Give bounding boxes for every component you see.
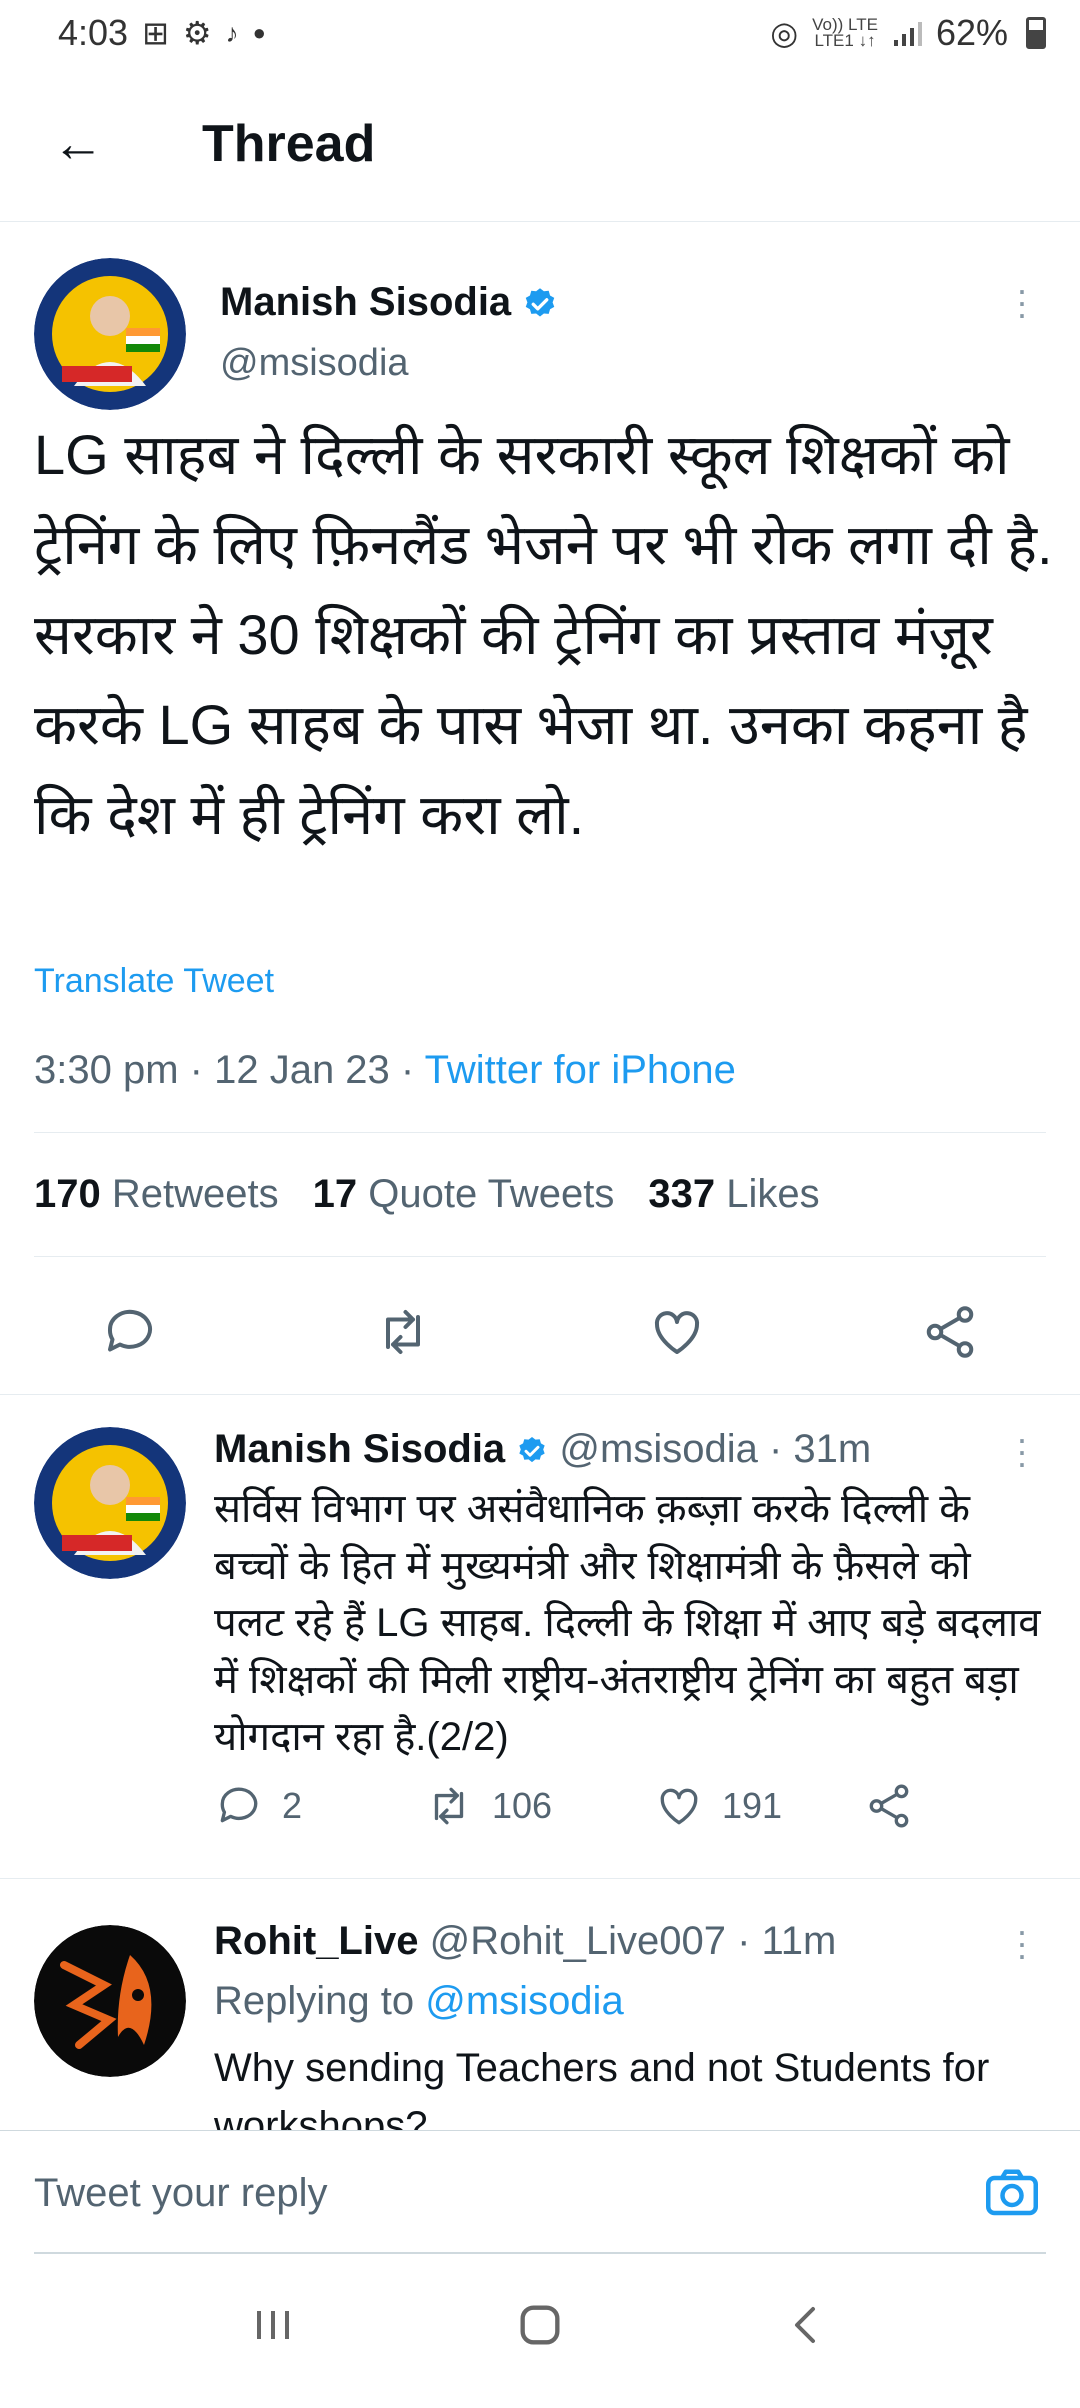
- quote-tweets-stat[interactable]: 17 Quote Tweets: [313, 1172, 615, 1217]
- reply-input[interactable]: Tweet your reply: [34, 2171, 327, 2216]
- author-handle[interactable]: @msisodia: [559, 1427, 757, 1471]
- tweet-source-link[interactable]: Twitter for iPhone: [425, 1048, 736, 1092]
- reply-actions: 2 106 191: [214, 1781, 914, 1831]
- tweet-text: LG साहब ने दिल्ली के सरकारी स्कूल शिक्षक…: [34, 423, 1053, 846]
- reply-text: Why sending Teachers and not Students fo…: [214, 2046, 990, 2130]
- more-options-icon[interactable]: · · ·: [1012, 1913, 1032, 1973]
- replying-to: Replying to @msisodia: [214, 1979, 624, 2023]
- more-options-icon[interactable]: · · ·: [1012, 272, 1032, 332]
- tweet-time: 3:30 pm: [34, 1048, 179, 1092]
- retweets-stat[interactable]: 170 Retweets: [34, 1172, 279, 1217]
- divider: [34, 1132, 1046, 1133]
- like-icon: [660, 1788, 698, 1825]
- battery-icon: [1026, 17, 1046, 49]
- tweet-stats: 170 Retweets 17 Quote Tweets 337 Likes: [34, 1172, 820, 1217]
- signal-icon: [893, 22, 922, 46]
- camera-icon[interactable]: [982, 2163, 1042, 2223]
- status-bar: 4:03 ⊞ ⚙ ♪ ● ◎ Vo)) LTE LTE1 ↓↑ 62%: [0, 0, 1080, 66]
- likes-stat[interactable]: 337 Likes: [648, 1172, 819, 1217]
- reply-tweet[interactable]: Rohit_Live @Rohit_Live007 · 11m · · · Repl…: [0, 1878, 1080, 2130]
- gallery-icon: ⊞: [142, 15, 169, 51]
- hotspot-icon: ◎: [770, 15, 799, 51]
- retweet-button[interactable]: 106: [424, 1781, 654, 1831]
- divider: [34, 1256, 1046, 1257]
- reply-count: 2: [282, 1785, 303, 1826]
- author-name[interactable]: Manish Sisodia: [214, 1427, 505, 1471]
- system-nav-bar: [0, 2254, 1080, 2408]
- verified-badge-icon: [526, 288, 555, 317]
- back-nav-icon[interactable]: [767, 2301, 847, 2361]
- status-time: 4:03: [58, 12, 129, 53]
- tweet-meta: 3:30 pm · 12 Jan 23 · Twitter for iPhone: [34, 1048, 736, 1092]
- retweet-count: 106: [492, 1785, 553, 1826]
- share-icon[interactable]: [864, 1781, 914, 1831]
- tweet-age: 11m: [761, 1919, 837, 1963]
- more-notifications-icon: ●: [252, 20, 266, 45]
- author-handle[interactable]: @msisodia: [220, 342, 409, 385]
- verified-badge-icon: [519, 1437, 545, 1463]
- app-bar: ← Thread: [0, 66, 1080, 222]
- home-icon[interactable]: [500, 2299, 580, 2363]
- more-options-icon[interactable]: · · ·: [1012, 1421, 1032, 1481]
- retweet-icon: [434, 1787, 464, 1825]
- reply-icon: [220, 1787, 258, 1823]
- like-icon[interactable]: [647, 1302, 707, 1362]
- author-line: Manish Sisodia: [220, 280, 558, 325]
- tweet-actions: [100, 1302, 980, 1362]
- reply-author-line: Rohit_Live @Rohit_Live007 · 11m: [214, 1919, 837, 1963]
- recent-apps-icon[interactable]: [233, 2301, 313, 2361]
- avatar[interactable]: [34, 1427, 186, 1579]
- replying-to-handle[interactable]: @msisodia: [425, 1979, 623, 2023]
- like-count: 191: [722, 1785, 783, 1826]
- notification-icon: ♪: [225, 17, 239, 48]
- reply-tweet[interactable]: Manish Sisodia @msisodia · 31m · · · सर्वि…: [0, 1394, 1080, 1878]
- battery-level: 62%: [935, 12, 1008, 53]
- back-arrow-icon[interactable]: ←: [52, 114, 152, 174]
- share-icon[interactable]: [920, 1302, 980, 1362]
- tweet-date: 12 Jan 23: [214, 1048, 390, 1092]
- tweet-age: 31m: [793, 1427, 872, 1471]
- retweet-icon[interactable]: [373, 1302, 433, 1362]
- reply-button[interactable]: 2: [214, 1781, 424, 1831]
- author-name[interactable]: Manish Sisodia: [220, 280, 511, 324]
- settings-icon: ⚙: [182, 15, 212, 51]
- like-button[interactable]: 191: [654, 1781, 864, 1831]
- avatar[interactable]: [34, 258, 186, 410]
- page-title: Thread: [202, 114, 376, 173]
- translate-tweet-link[interactable]: Translate Tweet: [34, 962, 274, 1001]
- reply-composer: Tweet your reply: [0, 2130, 1080, 2254]
- reply-text: सर्विस विभाग पर असंवैधानिक क़ब्ज़ा करके …: [214, 1487, 1041, 1759]
- reply-author-line: Manish Sisodia @msisodia · 31m: [214, 1427, 872, 1471]
- network-indicator: Vo)) LTE LTE1 ↓↑: [812, 15, 878, 50]
- reply-icon[interactable]: [100, 1302, 160, 1362]
- author-handle[interactable]: @Rohit_Live007: [430, 1919, 726, 1963]
- avatar[interactable]: [34, 1925, 186, 2077]
- author-name[interactable]: Rohit_Live: [214, 1919, 418, 1963]
